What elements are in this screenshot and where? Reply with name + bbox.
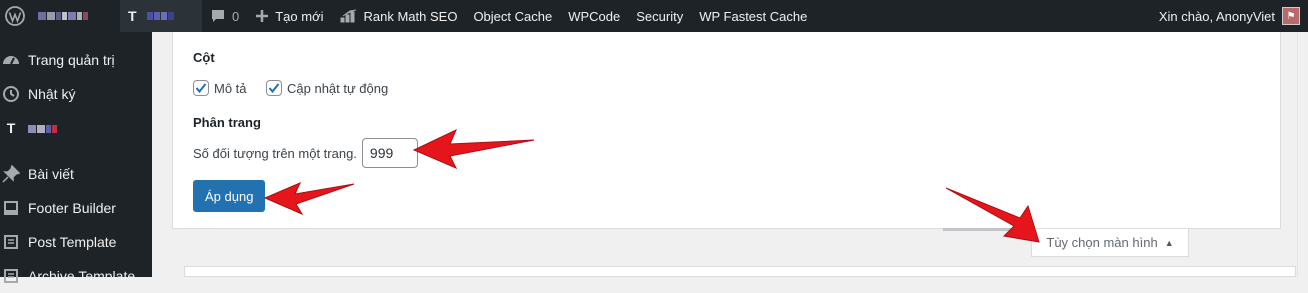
dashboard-icon — [1, 51, 21, 69]
apply-button[interactable]: Áp dụng — [193, 180, 266, 212]
layout-icon — [1, 234, 21, 250]
new-label: Tạo mới — [275, 8, 324, 24]
sidebar-item-label: Bài viết — [28, 166, 74, 182]
screen-options-toggle[interactable]: Tùy chọn màn hình ▲ — [1031, 229, 1189, 257]
security-label: Security — [636, 8, 684, 24]
sidebar-item-blurred-label — [28, 120, 58, 136]
object-cache-label: Object Cache — [473, 8, 553, 24]
triangle-up-icon: ▲ — [1164, 237, 1174, 248]
per-page-row: Số đối tượng trên một trang. — [193, 138, 418, 168]
sidebar-item-post-template[interactable]: Post Template — [0, 225, 152, 259]
per-page-input[interactable] — [361, 138, 418, 168]
checkbox-checked-icon[interactable] — [193, 80, 209, 96]
wpcode-label: WPCode — [568, 8, 621, 24]
scrollbar-track[interactable] — [1297, 32, 1308, 277]
screen-options-toggle-label: Tùy chọn màn hình — [1046, 235, 1158, 250]
columns-legend: Cột — [193, 50, 215, 65]
comments-count: 0 — [232, 8, 240, 24]
sidebar-item-label: Footer Builder — [28, 200, 116, 216]
site-name-blurred[interactable] — [30, 0, 120, 32]
rank-math-menu[interactable]: Rank Math SEO — [332, 0, 466, 32]
site-link-blurred[interactable]: T — [120, 0, 202, 32]
screen-options-panel: Cột Mô tả Cập nhật tự động Phân trang Số… — [172, 32, 1281, 229]
content-card — [184, 266, 1296, 277]
my-account-menu[interactable]: Xin chào, AnonyViet ⚑ — [1159, 0, 1308, 32]
comments-menu[interactable]: 0 — [202, 0, 247, 32]
column-auto-update-label: Cập nhật tự động — [287, 80, 389, 96]
new-content-menu[interactable]: Tạo mới — [247, 0, 331, 32]
object-cache-menu[interactable]: Object Cache — [465, 0, 560, 32]
avatar: ⚑ — [1282, 7, 1300, 25]
pin-icon — [1, 165, 21, 183]
per-page-label: Số đối tượng trên một trang. — [193, 145, 357, 161]
admin-bar: T 0 Tạo mới Rank Math SEO Object Cache W… — [0, 0, 1308, 32]
wpcode-menu[interactable]: WPCode — [560, 0, 628, 32]
layout-icon — [1, 268, 21, 284]
sidebar-item-dashboard[interactable]: Trang quản trị — [0, 43, 152, 77]
sidebar-item-plugin[interactable]: T — [0, 111, 152, 145]
layout-icon — [1, 200, 21, 216]
wp-fastest-cache-menu[interactable]: WP Fastest Cache — [691, 0, 815, 32]
sidebar-item-label: Trang quản trị — [28, 52, 115, 68]
wp-fastest-cache-label: WP Fastest Cache — [699, 8, 808, 24]
admin-sidebar: Trang quản trị Nhật ký T Bài viết Footer… — [0, 32, 152, 284]
sidebar-item-history[interactable]: Nhật ký — [0, 77, 152, 111]
checkbox-checked-icon[interactable] — [266, 80, 282, 96]
rank-math-icon — [340, 9, 358, 23]
column-description-label: Mô tả — [214, 80, 247, 96]
sidebar-item-posts[interactable]: Bài viết — [0, 157, 152, 191]
sidebar-item-label: Archive Template — [28, 268, 136, 284]
column-description-checkbox[interactable]: Mô tả — [193, 80, 247, 96]
rank-math-label: Rank Math SEO — [363, 8, 458, 24]
plugin-logo-icon: T — [6, 120, 16, 136]
sidebar-item-label: Nhật ký — [28, 86, 76, 102]
sidebar-item-label: Post Template — [28, 234, 117, 250]
wordpress-logo-icon[interactable] — [0, 0, 30, 32]
security-menu[interactable]: Security — [628, 0, 691, 32]
pagination-legend: Phân trang — [193, 115, 261, 130]
panel-divider — [943, 228, 1028, 231]
plus-icon — [255, 9, 269, 23]
sidebar-item-archive-template[interactable]: Archive Template — [0, 259, 152, 293]
comment-icon — [210, 8, 226, 24]
column-auto-update-checkbox[interactable]: Cập nhật tự động — [266, 80, 388, 96]
sidebar-item-footer-builder[interactable]: Footer Builder — [0, 191, 152, 225]
greeting: Xin chào, AnonyViet — [1158, 8, 1275, 24]
history-icon — [1, 85, 21, 103]
